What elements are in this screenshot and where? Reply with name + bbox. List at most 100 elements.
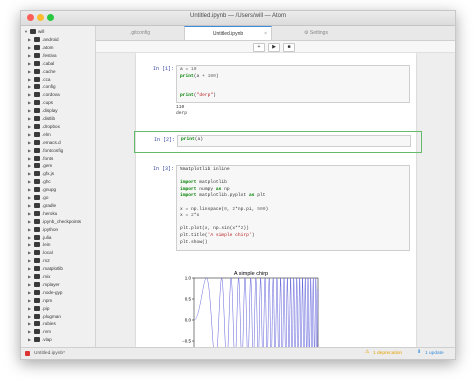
tree-item[interactable]: ▶ .festiva: [21, 52, 95, 60]
tree-item[interactable]: ▶ .ghc: [21, 178, 95, 186]
tree-item-label: .gnupg: [42, 187, 57, 193]
tree-item[interactable]: ▶ .gfx.js: [21, 170, 95, 178]
tree-item-label: .cups: [42, 100, 53, 106]
tree-item-label: .pip: [42, 305, 50, 311]
tree-item[interactable]: ▶ .atom: [21, 44, 95, 52]
tree-item[interactable]: ▶ .gnupg: [21, 186, 95, 194]
tree-item[interactable]: ▶ .config: [21, 83, 95, 91]
tree-root[interactable]: ▼ will: [21, 28, 95, 36]
tree-item[interactable]: ▶ .android: [21, 36, 95, 44]
folder-icon: [34, 155, 40, 161]
folder-icon: [34, 226, 40, 232]
chart-title: A simple chirp: [234, 271, 268, 277]
tab-gitconfig[interactable]: .gitconfig: [96, 26, 184, 40]
chevron-right-icon: ▶: [28, 179, 32, 185]
tree-item[interactable]: ▶ .distlib: [21, 115, 95, 123]
cell-output: 110 derp: [176, 105, 187, 117]
tree-item[interactable]: ▶ .cache: [21, 68, 95, 76]
folder-icon: [34, 92, 40, 98]
tree-item-label: .ghc: [42, 179, 51, 185]
tree-item-label: .rvm: [42, 329, 51, 335]
code-line: print("derp"): [180, 93, 216, 99]
folder-icon: [34, 297, 40, 303]
chevron-right-icon: ▶: [28, 242, 32, 248]
tree-item-label: .display: [42, 108, 58, 114]
tree-item[interactable]: ▶ .go: [21, 194, 95, 202]
stop-kernel-button[interactable]: ■: [283, 43, 295, 52]
code-cell[interactable]: In [1]: a = 10 print(a + 100) print("der…: [138, 63, 414, 116]
tree-item[interactable]: ▶ .elm: [21, 131, 95, 139]
tree-item[interactable]: ▶ .ipynb_checkpoints: [21, 218, 95, 226]
folder-icon: [34, 76, 40, 82]
tree-item-label: .vlap: [42, 337, 52, 343]
chevron-right-icon: ▶: [28, 202, 32, 208]
tree-item[interactable]: ▶ .dropbox: [21, 123, 95, 131]
tree-item-label: .matplotlib: [42, 266, 63, 272]
tree-item[interactable]: ▶ .gradle: [21, 202, 95, 210]
folder-icon: [34, 258, 40, 264]
output-line: derp: [176, 111, 188, 116]
tree-view[interactable]: ▼ will ▶ .android ▶ .atom ▶ .festiva ▶ .cabal ▶.…: [21, 26, 96, 347]
deprecation-status[interactable]: 1 deprecation: [373, 351, 402, 356]
code-line: print(a + 100): [180, 73, 219, 79]
tree-item[interactable]: ▶ .npm: [21, 297, 95, 305]
tab-untitled-ipynb[interactable]: Untitled.ipynb ×: [184, 26, 272, 40]
tree-item[interactable]: ▶ .heroku: [21, 210, 95, 218]
tree-item[interactable]: ▶ .local: [21, 249, 95, 257]
tree-item[interactable]: ▶ .mplayer: [21, 281, 95, 289]
tree-item[interactable]: ▶ .display: [21, 107, 95, 115]
folder-icon: [34, 242, 40, 248]
tree-item[interactable]: ▶ .node-gyp: [21, 289, 95, 297]
code-cell[interactable]: In [3]: %matplotlib inline import matplo…: [138, 163, 414, 347]
cell-input[interactable]: print(a): [177, 135, 411, 147]
update-status[interactable]: 1 update: [425, 351, 444, 356]
chevron-right-icon: ▶: [28, 289, 32, 295]
cell-input[interactable]: %matplotlib inline import matplotlib imp…: [176, 165, 410, 251]
folder-icon: [34, 274, 40, 279]
tree-item[interactable]: ▶ .mix: [21, 273, 95, 281]
chevron-right-icon: ▶: [28, 171, 32, 177]
tree-item[interactable]: ▶ .lein: [21, 241, 95, 249]
tree-item[interactable]: ▶ .julia: [21, 234, 95, 242]
tree-item[interactable]: ▶ .cordova: [21, 91, 95, 99]
tree-item[interactable]: ▶ .fontconfig: [21, 147, 95, 155]
code-line: x = 2*x: [180, 213, 200, 219]
tree-item-label: .festiva: [42, 52, 57, 58]
tree-item[interactable]: ▶ .cca: [21, 76, 95, 84]
add-cell-button[interactable]: +: [253, 43, 265, 52]
tree-item[interactable]: ▶ .matplotlib: [21, 265, 95, 273]
status-file-name[interactable]: Untitled.ipynb*: [34, 351, 65, 356]
tree-item[interactable]: ▶ .m2: [21, 257, 95, 265]
chevron-right-icon: ▶: [28, 187, 32, 193]
chevron-right-icon: ▶: [28, 52, 32, 58]
folder-icon: [34, 84, 40, 90]
tree-item[interactable]: ▶ .emacs.d: [21, 139, 95, 147]
tree-item-label: .mix: [42, 274, 51, 279]
tree-item[interactable]: ▶ .pip: [21, 305, 95, 313]
tree-item[interactable]: ▶ .rvm: [21, 328, 95, 336]
tree-item[interactable]: ▶ .ipython: [21, 226, 95, 234]
tree-item[interactable]: ▶ .fonts: [21, 155, 95, 163]
cell-input[interactable]: a = 10 print(a + 100) print("derp"): [176, 65, 410, 103]
folder-icon: [34, 100, 40, 106]
tree-item[interactable]: ▶ .vlap: [21, 336, 95, 344]
tree-item[interactable]: ▶ .rubies: [21, 320, 95, 328]
chevron-right-icon: ▶: [28, 210, 32, 216]
tab-settings[interactable]: ⚙ Settings: [272, 26, 360, 40]
code-cell-selected[interactable]: In [2]: print(a): [134, 131, 422, 153]
y-tick-label: 1.0: [185, 276, 192, 281]
chevron-right-icon: ▶: [28, 281, 32, 287]
tree-item[interactable]: ▶ .cups: [21, 99, 95, 107]
tree-item[interactable]: ▶ .plugman: [21, 313, 95, 321]
folder-icon: [34, 305, 40, 311]
tree-item[interactable]: ▶ .gem: [21, 162, 95, 170]
close-tab-icon[interactable]: ×: [264, 27, 267, 41]
chevron-right-icon: ▶: [28, 250, 32, 256]
status-bar: Untitled.ipynb* ⚠ 1 deprecation ⬇ 1 upda…: [21, 347, 455, 359]
tree-item[interactable]: ▶ .cabal: [21, 60, 95, 68]
tree-item-label: .cordova: [42, 92, 60, 98]
notebook-page: In [1]: a = 10 print(a + 100) print("der…: [134, 53, 422, 347]
window-title: Untitled.ipynb — /Users/will — Atom: [189, 13, 287, 19]
notebook-area[interactable]: In [1]: a = 10 print(a + 100) print("der…: [96, 53, 455, 347]
run-cell-button[interactable]: ▶: [268, 43, 280, 52]
